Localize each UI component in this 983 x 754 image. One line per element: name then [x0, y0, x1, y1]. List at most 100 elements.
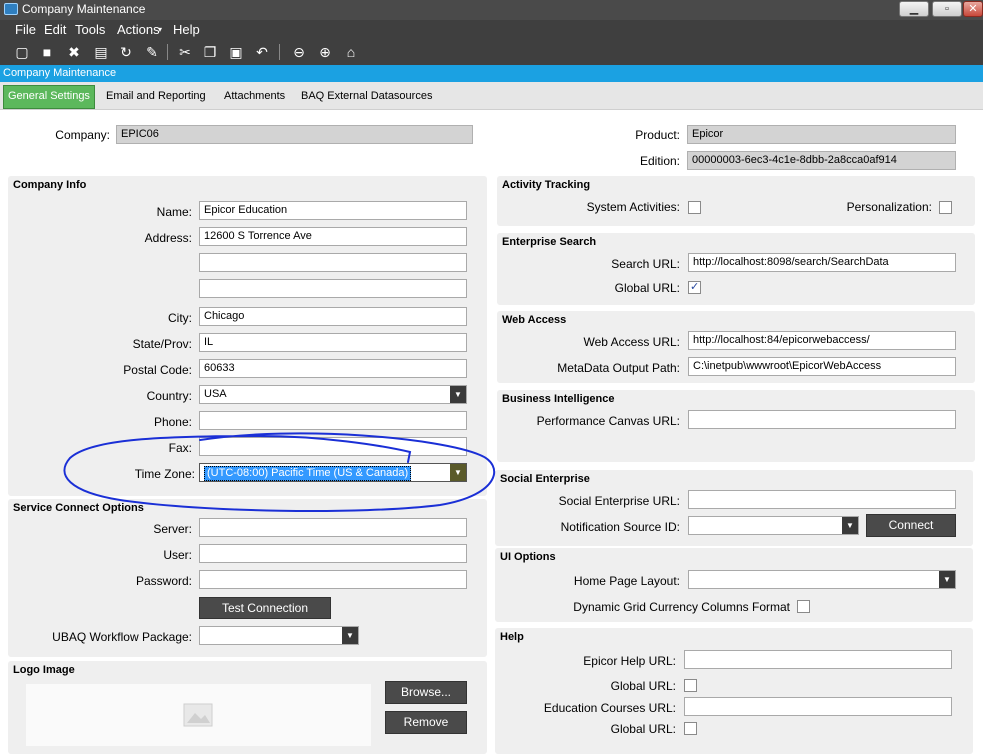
menu-bar: File Edit Tools Actions ▾ Help	[0, 20, 983, 39]
tab-baq-external[interactable]: BAQ External Datasources	[301, 90, 432, 102]
social-enterprise-url-field[interactable]	[688, 490, 956, 509]
time-zone-label: Time Zone:	[134, 467, 195, 481]
copy-icon[interactable]: ❐	[200, 42, 220, 62]
state-field[interactable]: IL	[199, 333, 467, 352]
chevron-down-icon[interactable]: ▼	[450, 464, 466, 481]
logo-image-title: Logo Image	[13, 664, 75, 676]
epicor-help-url-field[interactable]	[684, 650, 952, 669]
home-page-layout-combo[interactable]: ▼	[688, 570, 956, 589]
window-title: Company Maintenance	[22, 2, 146, 16]
social-enterprise-title: Social Enterprise	[500, 473, 590, 485]
image-placeholder-icon	[183, 703, 213, 727]
tab-email-reporting[interactable]: Email and Reporting	[106, 90, 206, 102]
chevron-down-icon[interactable]: ▼	[450, 386, 466, 403]
logo-image-placeholder[interactable]	[26, 684, 371, 746]
search-url-field[interactable]: http://localhost:8098/search/SearchData	[688, 253, 956, 272]
menu-help[interactable]: Help	[173, 22, 200, 37]
browse-button[interactable]: Browse...	[385, 681, 467, 704]
print-icon[interactable]: ▤	[91, 42, 111, 62]
tab-strip: General Settings Email and Reporting Att…	[0, 82, 983, 110]
close-icon: ✕	[968, 3, 978, 15]
remove-button[interactable]: Remove	[385, 711, 467, 734]
search-global-url-checkbox[interactable]	[688, 280, 701, 294]
dynamic-grid-currency-checkbox[interactable]	[797, 600, 810, 613]
phone-field[interactable]	[199, 411, 467, 430]
tab-attachments[interactable]: Attachments	[224, 90, 285, 102]
save-icon[interactable]: ■	[37, 42, 57, 62]
address-line1-field[interactable]: 12600 S Torrence Ave	[199, 227, 467, 246]
country-value: USA	[204, 388, 227, 400]
help-global-url-checkbox[interactable]	[684, 679, 697, 692]
personalization-checkbox[interactable]	[939, 201, 952, 214]
metadata-output-path-label: MetaData Output Path:	[557, 361, 680, 375]
delete-icon[interactable]: ✖	[64, 42, 84, 62]
activity-tracking-title: Activity Tracking	[502, 179, 591, 191]
system-activities-checkbox[interactable]	[688, 201, 701, 214]
connect-button[interactable]: Connect	[866, 514, 956, 537]
education-global-url-checkbox[interactable]	[684, 722, 697, 735]
menu-file[interactable]: File	[15, 22, 36, 37]
clear-icon[interactable]: ✎	[142, 42, 162, 62]
back-icon[interactable]: ⊖	[289, 42, 309, 62]
home-icon[interactable]: ⌂	[341, 42, 361, 62]
menu-tools[interactable]: Tools	[75, 22, 105, 37]
tab-general-settings[interactable]: General Settings	[3, 85, 95, 109]
menu-actions[interactable]: Actions	[117, 22, 160, 37]
toolbar-separator	[167, 44, 168, 60]
address-line3-field[interactable]	[199, 279, 467, 298]
fax-field[interactable]	[199, 437, 467, 456]
performance-canvas-url-field[interactable]	[688, 410, 956, 429]
city-field[interactable]: Chicago	[199, 307, 467, 326]
toolbar-separator	[279, 44, 280, 60]
product-label: Product:	[635, 128, 680, 142]
time-zone-combo[interactable]: (UTC-08:00) Pacific Time (US & Canada) ▼	[199, 463, 467, 482]
company-field[interactable]: EPIC06	[116, 125, 473, 144]
name-label: Name:	[156, 205, 192, 219]
server-field[interactable]	[199, 518, 467, 537]
password-label: Password:	[135, 574, 192, 588]
refresh-icon[interactable]: ↻	[116, 42, 136, 62]
chevron-down-icon[interactable]: ▼	[842, 517, 858, 534]
ui-options-title: UI Options	[500, 551, 556, 563]
help-title: Help	[500, 631, 524, 643]
business-intelligence-title: Business Intelligence	[502, 393, 615, 405]
chevron-down-icon[interactable]: ▼	[939, 571, 955, 588]
country-combo[interactable]: USA ▼	[199, 385, 467, 404]
edition-field[interactable]: 00000003-6ec3-4c1e-8dbb-2a8cca0af914	[687, 151, 956, 170]
minimize-button[interactable]: ▁	[899, 1, 929, 17]
time-zone-value: (UTC-08:00) Pacific Time (US & Canada)	[204, 466, 412, 481]
education-global-url-label: Global URL:	[610, 722, 676, 736]
postal-code-field[interactable]: 60633	[199, 359, 467, 378]
notification-source-combo[interactable]: ▼	[688, 516, 859, 535]
close-button[interactable]: ✕	[963, 1, 983, 17]
company-info-title: Company Info	[13, 179, 87, 191]
enterprise-search-title: Enterprise Search	[502, 236, 597, 248]
forward-icon[interactable]: ⊕	[315, 42, 335, 62]
product-field[interactable]: Epicor	[687, 125, 956, 144]
state-label: State/Prov:	[132, 337, 192, 351]
service-connect-title: Service Connect Options	[13, 502, 144, 514]
epicor-help-url-label: Epicor Help URL:	[583, 654, 676, 668]
user-field[interactable]	[199, 544, 467, 563]
address-line2-field[interactable]	[199, 253, 467, 272]
metadata-output-path-field[interactable]: C:\inetpub\wwwroot\EpicorWebAccess	[688, 357, 956, 376]
paste-icon[interactable]: ▣	[226, 42, 246, 62]
new-icon[interactable]: ▢	[12, 42, 32, 62]
app-icon	[4, 3, 18, 15]
edition-label: Edition:	[639, 154, 680, 168]
password-field[interactable]	[199, 570, 467, 589]
undo-icon[interactable]: ↶	[252, 42, 272, 62]
chevron-down-icon[interactable]: ▼	[342, 627, 358, 644]
address-label: Address:	[144, 231, 192, 245]
name-field[interactable]: Epicor Education	[199, 201, 467, 220]
performance-canvas-url-label: Performance Canvas URL:	[536, 414, 680, 428]
actions-dropdown-icon: ▾	[158, 25, 163, 34]
test-connection-button[interactable]: Test Connection	[199, 597, 331, 619]
ubaq-workflow-combo[interactable]: ▼	[199, 626, 359, 645]
maximize-button[interactable]: ▫	[932, 1, 962, 17]
web-access-url-field[interactable]: http://localhost:84/epicorwebaccess/	[688, 331, 956, 350]
cut-icon[interactable]: ✂	[175, 42, 195, 62]
form-header-title: Company Maintenance	[3, 67, 117, 79]
menu-edit[interactable]: Edit	[44, 22, 66, 37]
education-courses-url-field[interactable]	[684, 697, 952, 716]
